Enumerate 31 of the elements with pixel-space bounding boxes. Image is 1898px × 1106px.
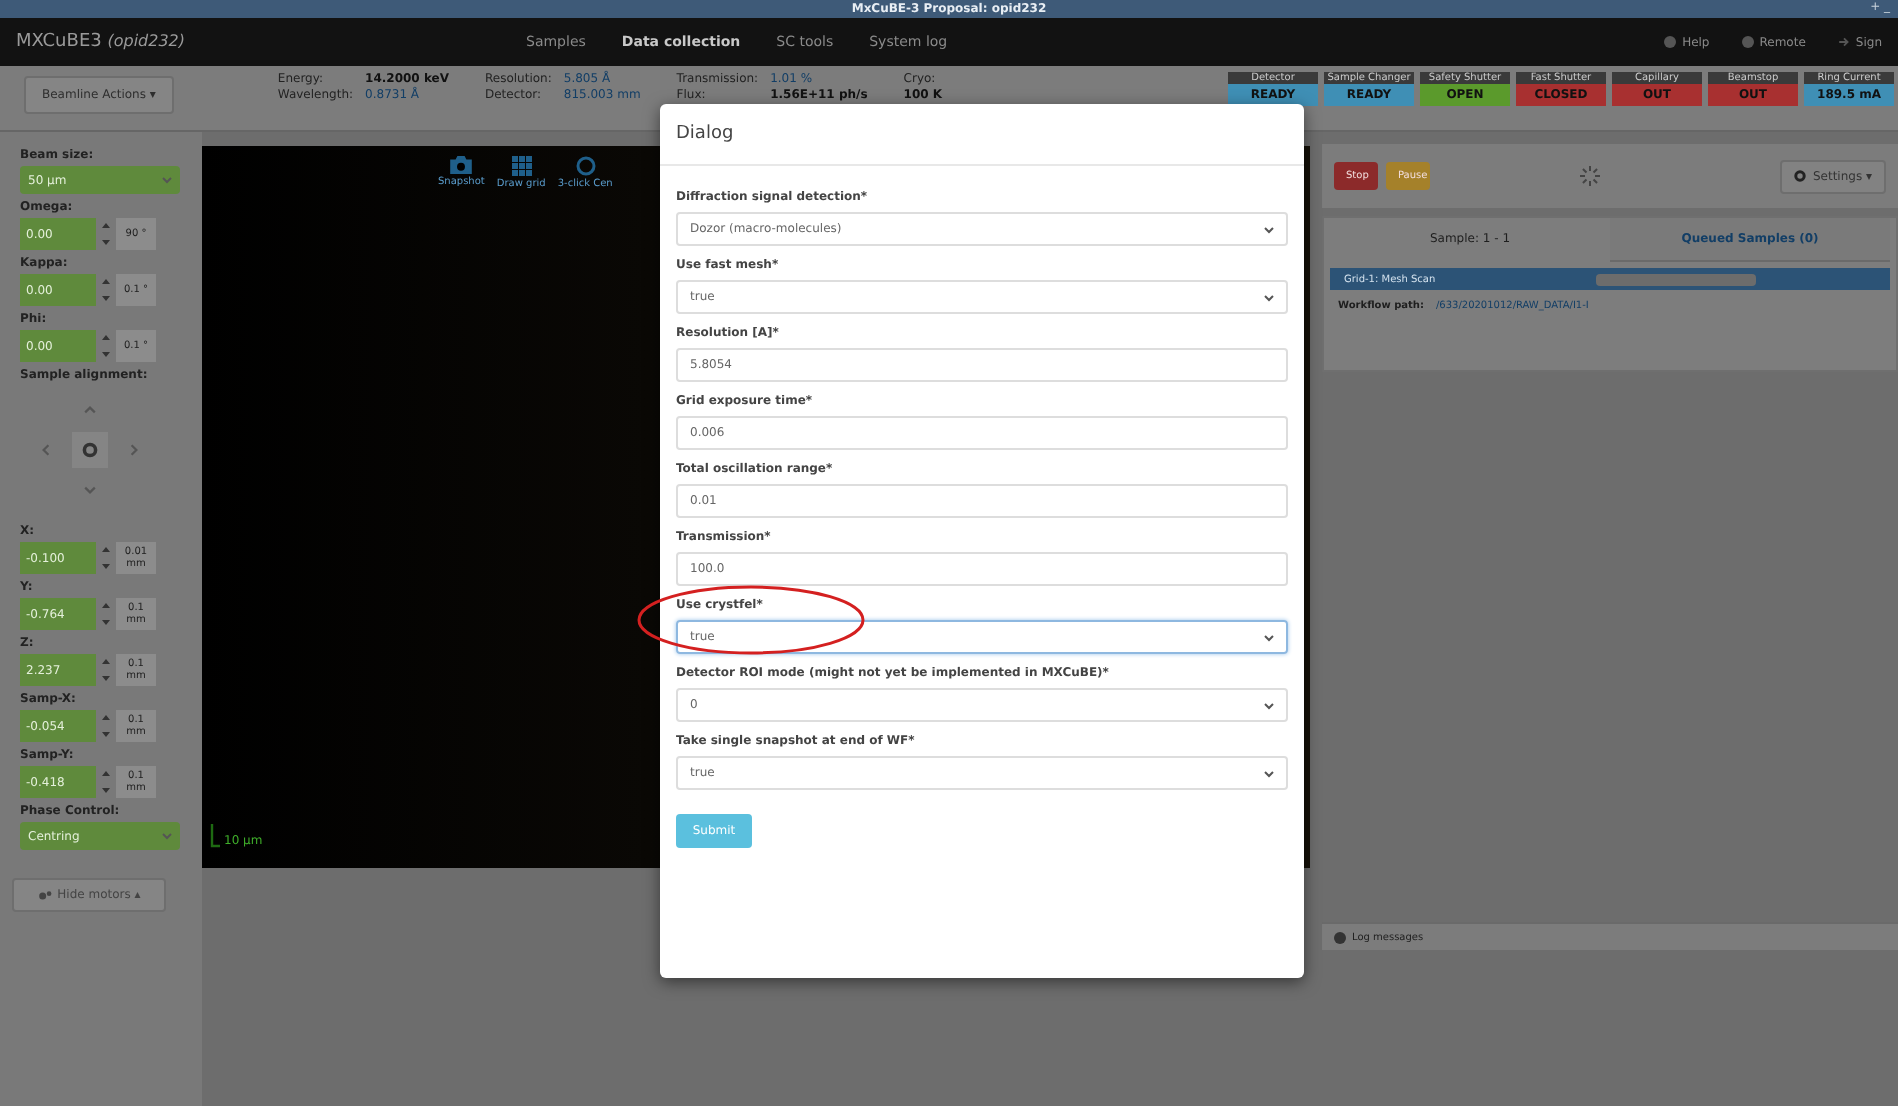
sign-out-icon bbox=[1837, 36, 1850, 48]
settings-icon bbox=[1794, 170, 1807, 182]
chevron-icon bbox=[82, 402, 98, 418]
caret-icon bbox=[1264, 293, 1274, 301]
spinner-arrows-icon[interactable] bbox=[100, 768, 112, 796]
chevron-icon bbox=[126, 442, 142, 458]
app-brand[interactable]: MXCuBE3 (opid232) bbox=[16, 32, 526, 52]
spinner-arrows-icon[interactable] bbox=[100, 276, 112, 304]
center-button[interactable] bbox=[72, 432, 108, 468]
spinner-arrows-icon[interactable] bbox=[100, 656, 112, 684]
grid-icon bbox=[511, 156, 532, 176]
spinner-arrows-icon[interactable] bbox=[100, 332, 112, 360]
gear-icon bbox=[82, 442, 98, 458]
caret-icon bbox=[1264, 225, 1274, 233]
scale-bar-icon bbox=[210, 824, 220, 848]
spinner-arrows-icon[interactable] bbox=[100, 600, 112, 628]
spinner-arrows-icon[interactable] bbox=[100, 544, 112, 572]
loading-spinner-icon bbox=[1578, 164, 1602, 188]
caret-icon bbox=[1264, 701, 1274, 709]
camera-icon bbox=[450, 156, 473, 174]
dialog-title: Dialog bbox=[676, 124, 734, 144]
chevron-icon bbox=[38, 442, 54, 458]
gears-icon bbox=[37, 889, 52, 901]
caret-icon bbox=[1264, 769, 1274, 777]
caret-icon bbox=[162, 176, 172, 184]
chevron-icon bbox=[82, 482, 98, 498]
circle-icon bbox=[575, 156, 596, 176]
spinner-arrows-icon[interactable] bbox=[100, 220, 112, 248]
caret-icon bbox=[1264, 633, 1274, 641]
caret-icon bbox=[162, 832, 172, 840]
spinner-arrows-icon[interactable] bbox=[100, 712, 112, 740]
